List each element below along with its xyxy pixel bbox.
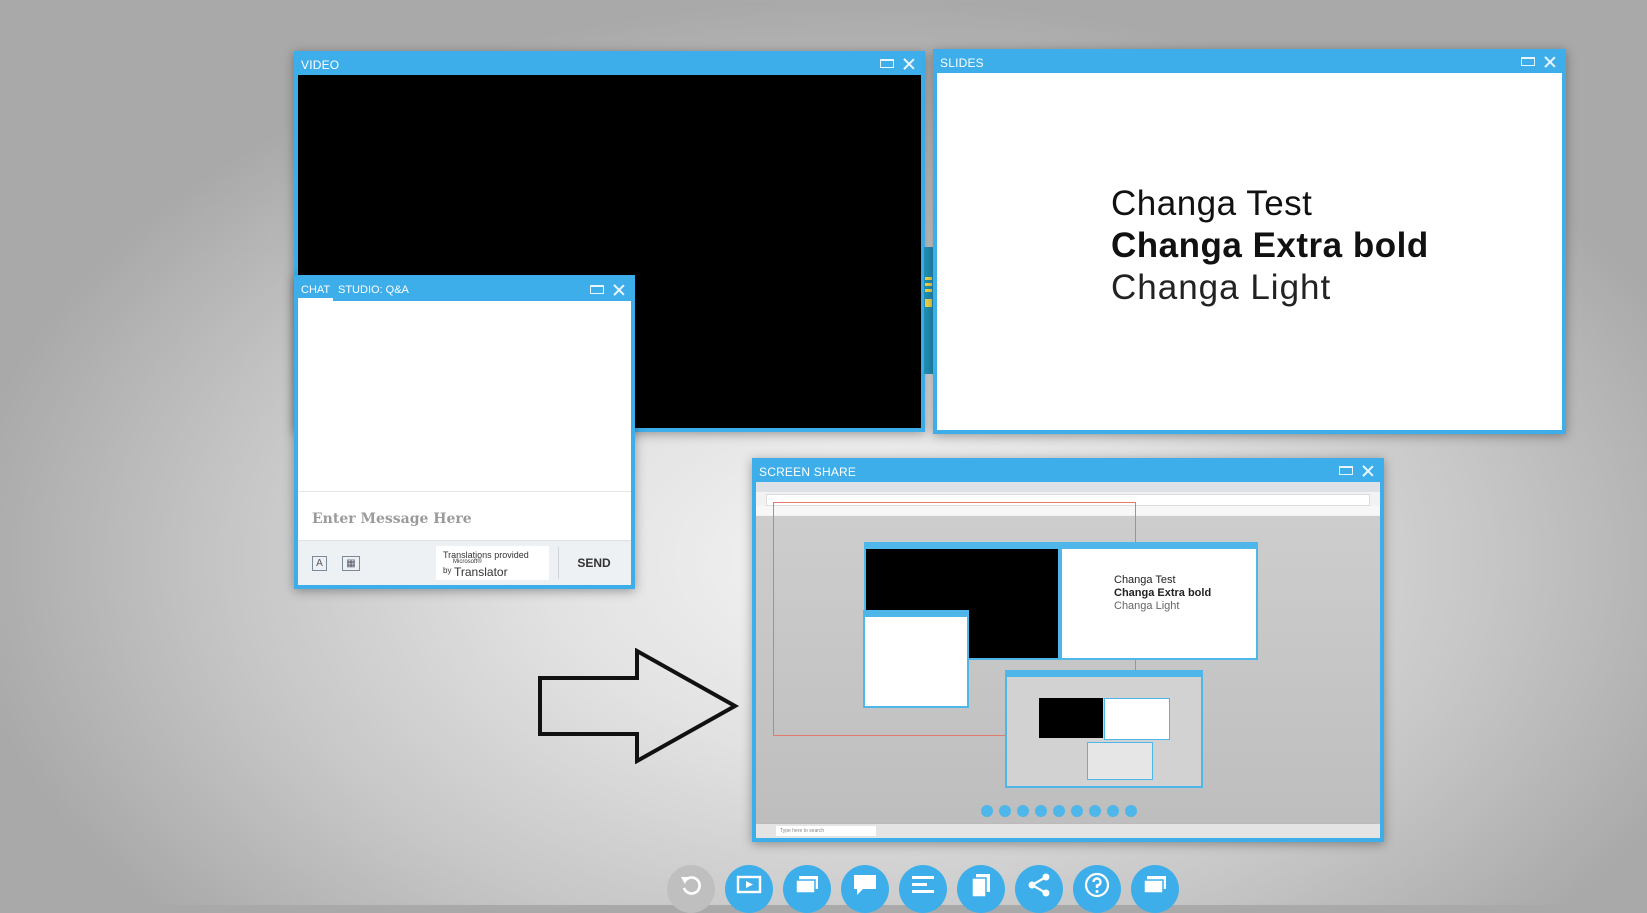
- close-icon[interactable]: [901, 57, 917, 71]
- chat-toolbar: A ▦ Translations provided by Microsoft® …: [298, 540, 631, 585]
- right-arrow-annotation: [538, 648, 740, 764]
- maximize-icon[interactable]: [1338, 464, 1354, 478]
- shared-screen: Changa Test Changa Extra bold Changa Lig…: [756, 482, 1380, 838]
- font-format-icon[interactable]: A: [312, 556, 327, 571]
- mini-slide-line: Changa Test: [1114, 574, 1176, 586]
- mini-screen-share-window: [1005, 670, 1203, 788]
- partially-hidden-window-edge: [924, 247, 933, 374]
- share-button[interactable]: [1015, 865, 1063, 913]
- tab-studio-qa[interactable]: STUDIO: Q&A: [335, 279, 412, 301]
- chat-icon: [854, 875, 876, 895]
- mini-slide-line: Changa Light: [1114, 600, 1180, 612]
- screen-share-icon: [1143, 876, 1166, 894]
- video-titlebar[interactable]: VIDEO: [298, 55, 921, 75]
- keyboard-icon[interactable]: ▦: [342, 556, 360, 571]
- chat-window[interactable]: CHAT STUDIO: Q&A Enter Message Here A ▦ …: [294, 275, 635, 589]
- slides-window[interactable]: SLIDES Changa Test Changa Extra bold Cha…: [933, 49, 1566, 434]
- reset-layout-button[interactable]: [667, 865, 715, 913]
- close-icon[interactable]: [1542, 55, 1558, 69]
- chat-messages-area: [298, 301, 631, 492]
- translator-credit-by: by: [443, 566, 452, 575]
- slides-button[interactable]: [783, 865, 831, 913]
- qa-button[interactable]: [899, 865, 947, 913]
- translator-name: Translator: [454, 565, 508, 579]
- chat-button[interactable]: [841, 865, 889, 913]
- slides-titlebar[interactable]: SLIDES: [937, 53, 1562, 73]
- maximize-icon[interactable]: [589, 283, 605, 297]
- translator-credit: Translations provided by Microsoft® Tran…: [436, 546, 549, 580]
- video-title: VIDEO: [301, 58, 340, 72]
- video-button[interactable]: [725, 865, 773, 913]
- reset-icon: [681, 876, 701, 895]
- chat-tab-bar: CHAT STUDIO: Q&A: [298, 279, 631, 301]
- divider: [558, 547, 559, 579]
- help-button[interactable]: [1073, 865, 1121, 913]
- mini-dock: [981, 805, 1137, 817]
- screen-share-button[interactable]: [1131, 865, 1179, 913]
- video-icon: [736, 875, 762, 894]
- mini-slides-window: Changa Test Changa Extra bold Changa Lig…: [1060, 542, 1258, 660]
- chat-message-input[interactable]: Enter Message Here: [312, 511, 472, 527]
- help-icon: [1084, 872, 1110, 898]
- send-button[interactable]: SEND: [563, 541, 625, 585]
- slide-line: Changa Light: [1111, 268, 1332, 307]
- maximize-icon[interactable]: [879, 57, 895, 71]
- mini-chat-window: [863, 610, 969, 708]
- slides-title: SLIDES: [940, 56, 984, 70]
- slide-content: Changa Test Changa Extra bold Changa Lig…: [937, 73, 1562, 430]
- document-icon: [971, 874, 990, 898]
- screen-share-window[interactable]: SCREEN SHARE Changa Test Changa Extra bo…: [752, 458, 1384, 842]
- mini-slide-line: Changa Extra bold: [1114, 587, 1212, 599]
- close-icon[interactable]: [1360, 464, 1376, 478]
- shared-taskbar: Type here to search: [756, 823, 1380, 838]
- taskbar-search: Type here to search: [776, 826, 876, 836]
- bottom-dock: [667, 865, 1179, 913]
- slide-line: Changa Test: [1111, 184, 1313, 223]
- maximize-icon[interactable]: [1520, 55, 1536, 69]
- close-icon[interactable]: [611, 283, 627, 297]
- qa-list-icon: [912, 876, 934, 893]
- screen-share-title: SCREEN SHARE: [759, 465, 857, 479]
- slide-line: Changa Extra bold: [1111, 226, 1429, 265]
- screen-share-titlebar[interactable]: SCREEN SHARE: [756, 462, 1380, 482]
- slides-icon: [795, 876, 818, 894]
- share-icon: [1028, 873, 1050, 897]
- tab-chat[interactable]: CHAT: [298, 279, 334, 301]
- documents-button[interactable]: [957, 865, 1005, 913]
